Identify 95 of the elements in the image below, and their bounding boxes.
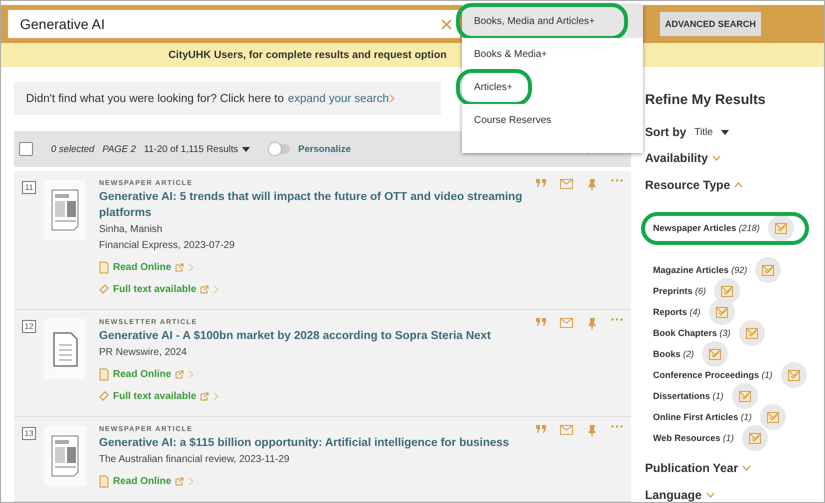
chevron-icon	[188, 262, 194, 272]
menu-item[interactable]: Books & Media+	[462, 38, 643, 71]
facet-option[interactable]: Web Resources (1)	[653, 433, 734, 443]
facet-heading[interactable]: Publication Year	[645, 460, 824, 476]
facet-option[interactable]: Book Chapters (3)	[653, 328, 731, 338]
envelope-check-icon	[766, 412, 779, 422]
caret-icon[interactable]	[720, 130, 729, 134]
exclude-button[interactable]	[780, 362, 807, 388]
external-link-icon	[200, 392, 210, 400]
exclude-button[interactable]	[708, 299, 735, 325]
sort-dropdown[interactable]: Title	[694, 126, 713, 138]
result-number: 13	[22, 427, 36, 440]
personalize-toggle[interactable]	[270, 144, 290, 154]
facet-option[interactable]: Magazine Articles (92)	[653, 265, 748, 275]
chevron-down-icon	[706, 492, 715, 498]
document-icon	[99, 260, 109, 274]
envelope-check-icon	[762, 264, 774, 276]
pin-icon[interactable]	[587, 318, 597, 331]
exclude-button[interactable]	[702, 341, 728, 367]
search-field[interactable]: Generative AI	[8, 10, 460, 38]
expand-text: Didn't find what you were looking for? Click here to	[26, 92, 284, 105]
facet-heading[interactable]: Availability	[645, 151, 824, 166]
document-icon	[99, 474, 109, 488]
chevron-down-icon	[742, 464, 752, 471]
result-title-link[interactable]: Generative AI - A $100bn market by 2028 according to Sopra Steria Next	[99, 328, 539, 344]
more-icon[interactable]	[611, 425, 623, 428]
external-link-icon	[175, 370, 184, 378]
source-text: The Australian financial review, 2023-11-29	[99, 453, 290, 467]
link-icon	[99, 284, 109, 294]
facet-option[interactable]: Online First Articles (1)	[653, 412, 752, 422]
envelope-check-icon	[748, 432, 761, 444]
chevron-icon	[188, 370, 194, 378]
email-icon[interactable]	[560, 318, 573, 328]
exclude-button[interactable]	[738, 320, 765, 346]
exclude-button[interactable]	[760, 404, 786, 430]
result-title-link[interactable]: Generative AI: a $115 billion opportunity: Artificial intelligence for business	[99, 435, 539, 451]
select-all-checkbox[interactable]	[19, 142, 33, 156]
quote-icon[interactable]	[536, 318, 546, 326]
chevron-icon	[388, 94, 395, 104]
source-text: PR Newswire, 2024	[99, 346, 188, 360]
document-icon	[99, 368, 109, 380]
chevron-icon	[188, 476, 194, 486]
quote-icon[interactable]	[536, 425, 546, 433]
exclude-button[interactable]	[755, 257, 782, 283]
envelope-check-icon	[788, 370, 800, 380]
sort-label: Sort by	[645, 125, 686, 139]
close-icon[interactable]	[441, 19, 452, 30]
banner-text: CityUHK Users, for complete results and request option	[168, 49, 447, 61]
facet-option[interactable]: Conference Proceedings (1)	[653, 370, 773, 380]
pin-icon[interactable]	[587, 425, 597, 438]
facet-option[interactable]: Newspaper Articles (218)	[653, 223, 760, 233]
personalize-label: Personalize	[298, 144, 351, 155]
facet-option[interactable]: Reports (4)	[653, 307, 701, 317]
envelope-check-icon	[774, 222, 787, 234]
envelope-check-icon	[721, 286, 734, 296]
exclude-button[interactable]	[742, 425, 768, 451]
facet-heading[interactable]: Language	[645, 487, 824, 502]
external-link-icon	[175, 262, 184, 272]
external-link-icon	[200, 284, 210, 294]
page-label: PAGE 2	[102, 144, 136, 155]
link-icon	[99, 391, 109, 401]
result-number: 12	[22, 320, 36, 333]
result-title-link[interactable]: Generative AI: 5 trends that will impact the future of OTT and video streaming platforms	[99, 189, 539, 221]
facet-option[interactable]: Dissertations (1)	[653, 391, 724, 401]
chevron-icon	[213, 392, 220, 400]
envelope-check-icon	[746, 328, 758, 338]
exclude-button[interactable]	[768, 215, 794, 241]
envelope-check-icon	[716, 306, 728, 318]
email-icon[interactable]	[560, 179, 573, 189]
more-icon[interactable]	[611, 318, 623, 321]
refine-heading: Refine My Results	[645, 91, 767, 107]
selected-count: 0 selected	[51, 144, 94, 155]
envelope-check-icon	[709, 348, 722, 360]
chevron-up-icon	[734, 182, 744, 188]
more-icon[interactable]	[611, 179, 623, 182]
source-text: Financial Express, 2023-07-29	[99, 239, 236, 253]
quote-icon[interactable]	[536, 179, 546, 187]
facet-option[interactable]: Books (2)	[653, 349, 694, 359]
facet-heading[interactable]: Resource Type	[645, 178, 824, 192]
email-icon[interactable]	[560, 425, 573, 435]
author-text: Sinha, Manish	[99, 223, 164, 237]
envelope-check-icon	[738, 390, 751, 402]
chevron-down-icon	[712, 155, 721, 162]
expand-search-link[interactable]: expand your search	[288, 92, 389, 105]
pin-icon[interactable]	[587, 179, 597, 192]
facet-option[interactable]: Preprints (6)	[653, 286, 706, 296]
exclude-button[interactable]	[732, 383, 758, 409]
external-link-icon	[175, 476, 184, 486]
chevron-icon	[213, 284, 220, 294]
result-number: 11	[22, 181, 36, 194]
results-range-dropdown[interactable]: 11-20 of 1,115 Results	[144, 144, 250, 155]
exclude-button[interactable]	[714, 278, 740, 304]
menu-item[interactable]: Course Reserves	[462, 104, 643, 137]
advanced-search-button[interactable]: ADVANCED SEARCH	[660, 12, 761, 36]
caret-icon	[242, 146, 250, 152]
